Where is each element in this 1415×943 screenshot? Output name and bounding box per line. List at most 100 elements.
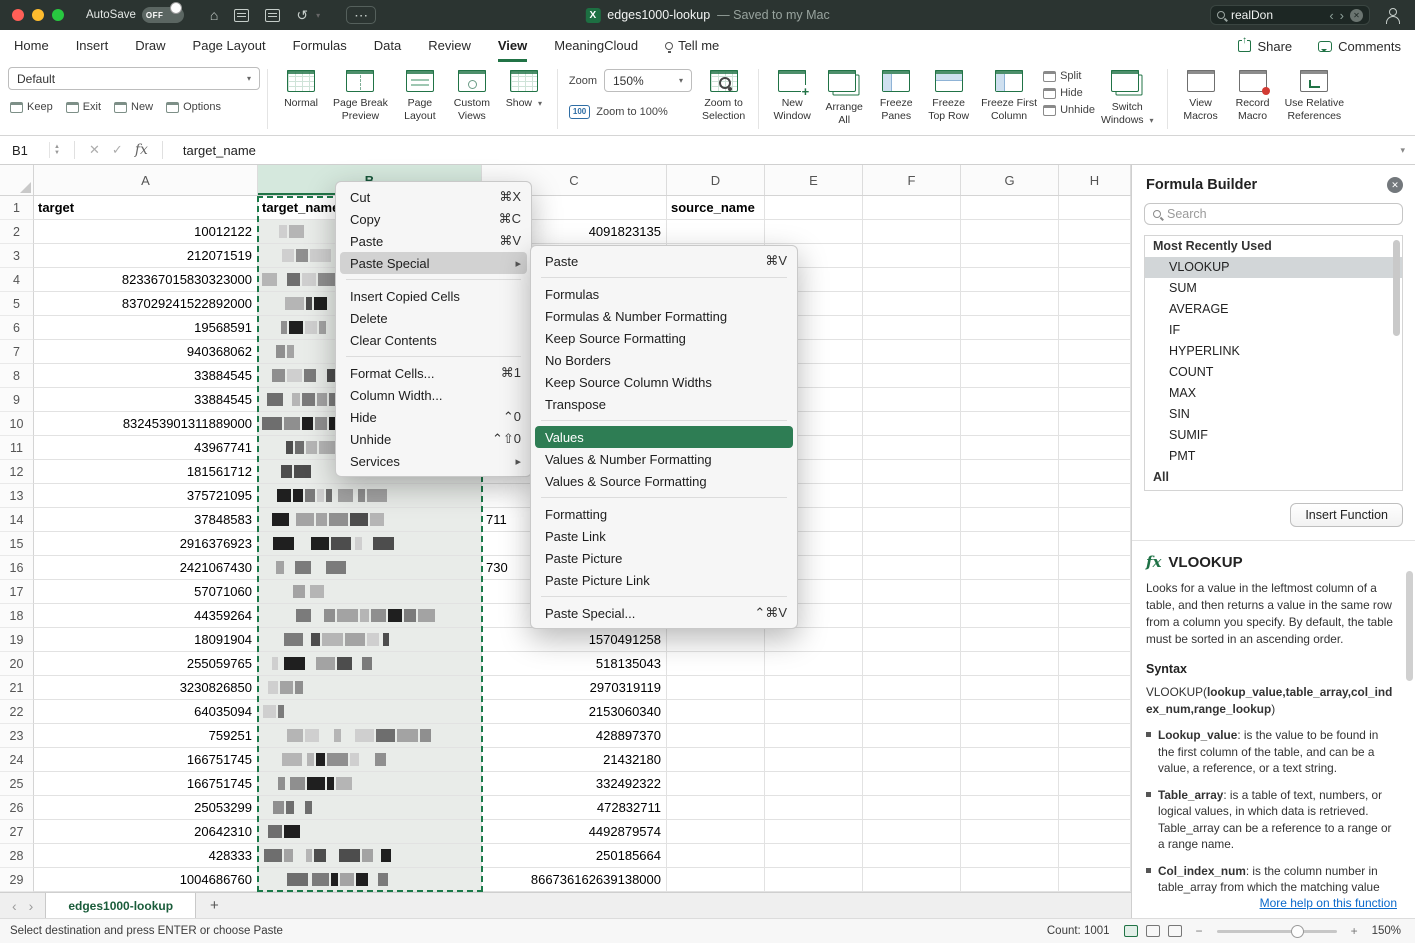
cell-B16[interactable]	[258, 556, 482, 580]
cell-A19[interactable]: 18091904	[34, 628, 258, 652]
cell-A11[interactable]: 43967741	[34, 436, 258, 460]
row-header-8[interactable]: 8	[0, 364, 34, 388]
cell-A15[interactable]: 2916376923	[34, 532, 258, 556]
row-header-6[interactable]: 6	[0, 316, 34, 340]
cell-C22[interactable]: 2153060340	[482, 700, 667, 724]
cell-H29[interactable]	[1059, 868, 1131, 892]
cell-D25[interactable]	[667, 772, 765, 796]
cell-A24[interactable]: 166751745	[34, 748, 258, 772]
cell-D26[interactable]	[667, 796, 765, 820]
function-item-sin[interactable]: SIN	[1145, 404, 1402, 425]
cell-B26[interactable]	[258, 796, 482, 820]
row-header-3[interactable]: 3	[0, 244, 34, 268]
menu-item-formatting[interactable]: Formatting	[531, 503, 797, 525]
cell-B25[interactable]	[258, 772, 482, 796]
cell-F12[interactable]	[863, 460, 961, 484]
cell-B29[interactable]	[258, 868, 482, 892]
switch-windows-button[interactable]: SwitchWindows▾	[1095, 67, 1160, 126]
cell-A12[interactable]: 181561712	[34, 460, 258, 484]
cell-D24[interactable]	[667, 748, 765, 772]
cell-G25[interactable]	[961, 772, 1059, 796]
cell-D21[interactable]	[667, 676, 765, 700]
sheet-tab-active[interactable]: edges1000-lookup	[45, 893, 196, 918]
cell-A1[interactable]: target	[34, 196, 258, 220]
zoom-in-icon[interactable]: +	[1351, 924, 1358, 938]
menu-item-no-borders[interactable]: No Borders	[531, 349, 797, 371]
row-header-12[interactable]: 12	[0, 460, 34, 484]
cell-A4[interactable]: 823367015830323000	[34, 268, 258, 292]
share-button[interactable]: Share	[1238, 39, 1292, 54]
cell-H22[interactable]	[1059, 700, 1131, 724]
cell-B15[interactable]	[258, 532, 482, 556]
tab-view[interactable]: View	[498, 30, 527, 62]
cell-G8[interactable]	[961, 364, 1059, 388]
cell-G18[interactable]	[961, 604, 1059, 628]
autosave-control[interactable]: AutoSave OFF	[86, 7, 184, 23]
row-header-11[interactable]: 11	[0, 436, 34, 460]
column-header-A[interactable]: A	[34, 165, 258, 195]
cell-B22[interactable]	[258, 700, 482, 724]
cell-G29[interactable]	[961, 868, 1059, 892]
menu-item-values-source-formatting[interactable]: Values & Source Formatting	[531, 470, 797, 492]
scrollbar-thumb[interactable]	[1393, 240, 1400, 336]
titlebar-search-field[interactable]: realDon ‹ › ✕	[1210, 5, 1370, 25]
cell-A27[interactable]: 20642310	[34, 820, 258, 844]
scrollbar-thumb[interactable]	[1406, 571, 1413, 681]
cell-F3[interactable]	[863, 244, 961, 268]
menu-item-clear-contents[interactable]: Clear Contents	[336, 329, 531, 351]
cell-B23[interactable]	[258, 724, 482, 748]
search-clear-icon[interactable]: ✕	[1350, 9, 1363, 22]
cell-C21[interactable]: 2970319119	[482, 676, 667, 700]
minimize-window-icon[interactable]	[32, 9, 44, 21]
cell-C20[interactable]: 518135043	[482, 652, 667, 676]
next-sheet-icon[interactable]: ›	[29, 898, 34, 914]
function-item-if[interactable]: IF	[1145, 320, 1402, 341]
cell-G21[interactable]	[961, 676, 1059, 700]
normal-view-icon[interactable]	[1124, 925, 1138, 937]
zoom-out-icon[interactable]: −	[1196, 924, 1203, 938]
row-header-25[interactable]: 25	[0, 772, 34, 796]
new-button[interactable]: New	[114, 101, 153, 113]
close-panel-icon[interactable]: ✕	[1387, 177, 1403, 193]
row-header-4[interactable]: 4	[0, 268, 34, 292]
row-header-24[interactable]: 24	[0, 748, 34, 772]
cell-H4[interactable]	[1059, 268, 1131, 292]
row-header-20[interactable]: 20	[0, 652, 34, 676]
use-relative-references-button[interactable]: Use RelativeReferences	[1279, 67, 1351, 122]
search-prev-icon[interactable]: ‹	[1329, 8, 1333, 23]
function-item-count[interactable]: COUNT	[1145, 362, 1402, 383]
page-break-preview-button[interactable]: Page BreakPreview	[327, 67, 394, 122]
home-icon[interactable]: ⌂	[210, 7, 218, 23]
cell-H27[interactable]	[1059, 820, 1131, 844]
cell-F15[interactable]	[863, 532, 961, 556]
cell-B19[interactable]	[258, 628, 482, 652]
arrange-all-button[interactable]: ArrangeAll	[818, 67, 870, 126]
more-actions-button[interactable]: ⋯	[346, 6, 376, 24]
function-item-vlookup[interactable]: VLOOKUP	[1145, 257, 1402, 278]
cell-F21[interactable]	[863, 676, 961, 700]
cell-G13[interactable]	[961, 484, 1059, 508]
cell-F9[interactable]	[863, 388, 961, 412]
cell-G5[interactable]	[961, 292, 1059, 316]
menu-item-insert-copied-cells[interactable]: Insert Copied Cells	[336, 285, 531, 307]
function-search-input[interactable]: Search	[1144, 203, 1403, 225]
autosave-toggle[interactable]: OFF	[142, 7, 184, 23]
formula-bar-content[interactable]: target_name	[183, 143, 1401, 158]
name-box[interactable]: B1 ▲ ▼	[0, 142, 66, 158]
cell-A21[interactable]: 3230826850	[34, 676, 258, 700]
cell-C19[interactable]: 1570491258	[482, 628, 667, 652]
cell-A3[interactable]: 212071519	[34, 244, 258, 268]
cell-H6[interactable]	[1059, 316, 1131, 340]
normal-button[interactable]: Normal	[275, 67, 327, 122]
cell-B18[interactable]	[258, 604, 482, 628]
new-window-button[interactable]: NewWindow	[766, 67, 818, 126]
hide-button[interactable]: Hide	[1043, 87, 1095, 99]
cell-E20[interactable]	[765, 652, 863, 676]
menu-item-keep-source-formatting[interactable]: Keep Source Formatting	[531, 327, 797, 349]
freeze-panes-button[interactable]: FreezePanes	[870, 67, 922, 126]
cell-G9[interactable]	[961, 388, 1059, 412]
split-button[interactable]: Split	[1043, 70, 1095, 82]
column-header-E[interactable]: E	[765, 165, 863, 195]
cell-H2[interactable]	[1059, 220, 1131, 244]
zoom-to-100-button[interactable]: 100 Zoom to 100%	[569, 105, 692, 119]
